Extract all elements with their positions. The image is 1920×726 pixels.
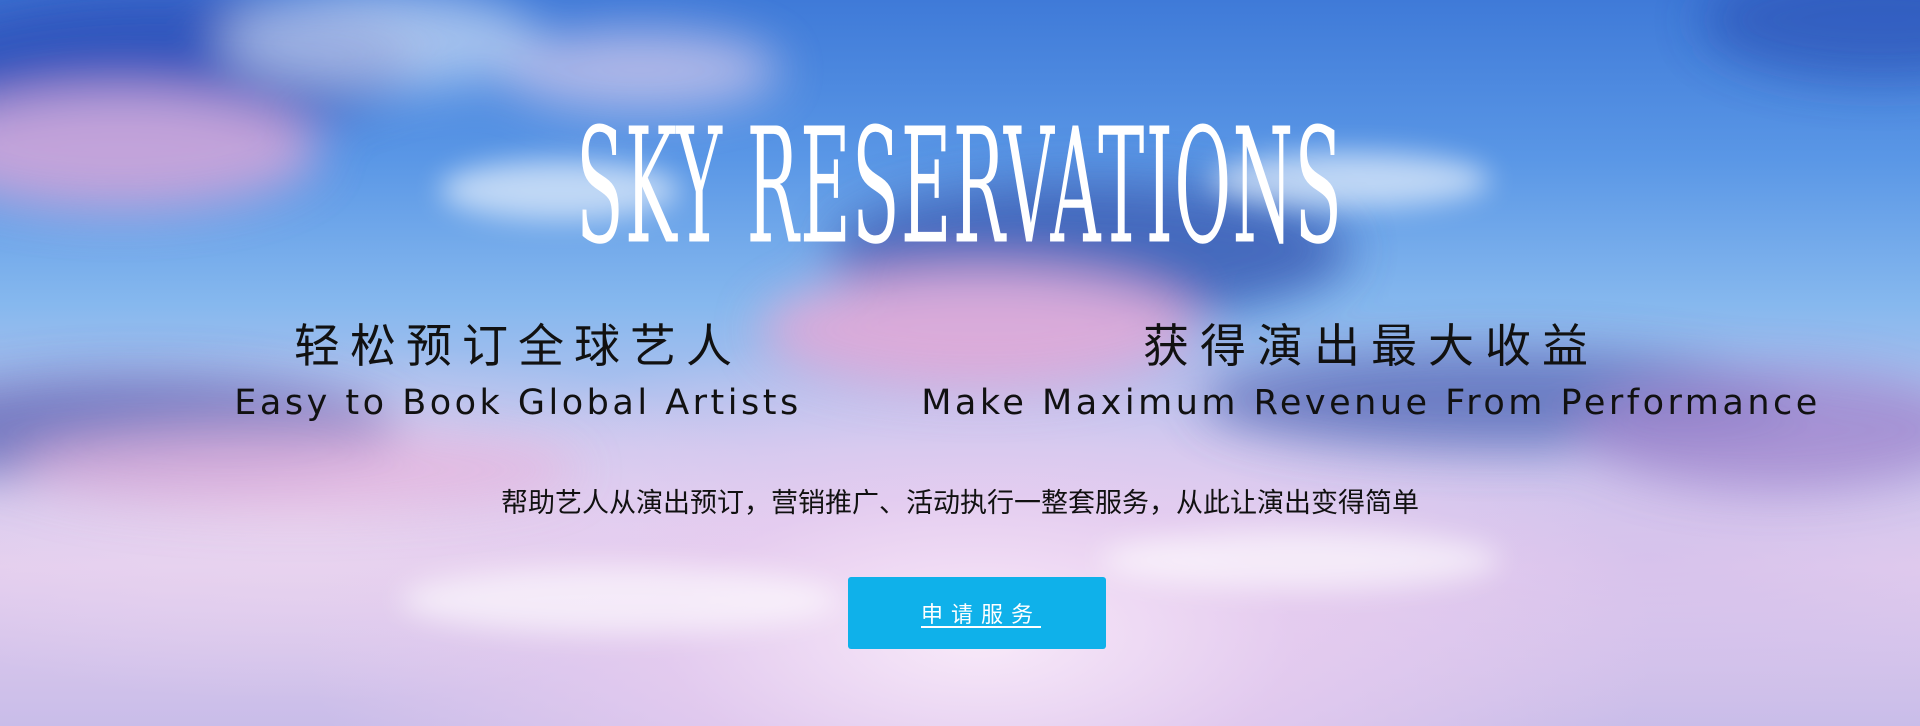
feature-book-artists-cn: 轻松预订全球艺人 — [294, 319, 742, 373]
hero-banner: SKY RESERVATIONS 轻松预订全球艺人 Easy to Book G… — [0, 0, 1920, 726]
hero-title-text: SKY RESERVATIONS — [576, 95, 1344, 280]
hero-description: 帮助艺人从演出预订，营销推广、活动执行一整套服务，从此让演出变得简单 — [501, 488, 1419, 519]
hero-title: SKY RESERVATIONS — [0, 108, 1920, 267]
feature-max-revenue-cn: 获得演出最大收益 — [1143, 319, 1599, 373]
feature-book-artists-en: Easy to Book Global Artists — [234, 383, 802, 423]
feature-max-revenue-en: Make Maximum Revenue From Performance — [921, 383, 1821, 423]
feature-book-artists: 轻松预订全球艺人 Easy to Book Global Artists — [234, 318, 802, 426]
feature-max-revenue: 获得演出最大收益 Make Maximum Revenue From Perfo… — [912, 318, 1830, 426]
apply-service-button[interactable]: 申请服务 — [848, 577, 1106, 649]
